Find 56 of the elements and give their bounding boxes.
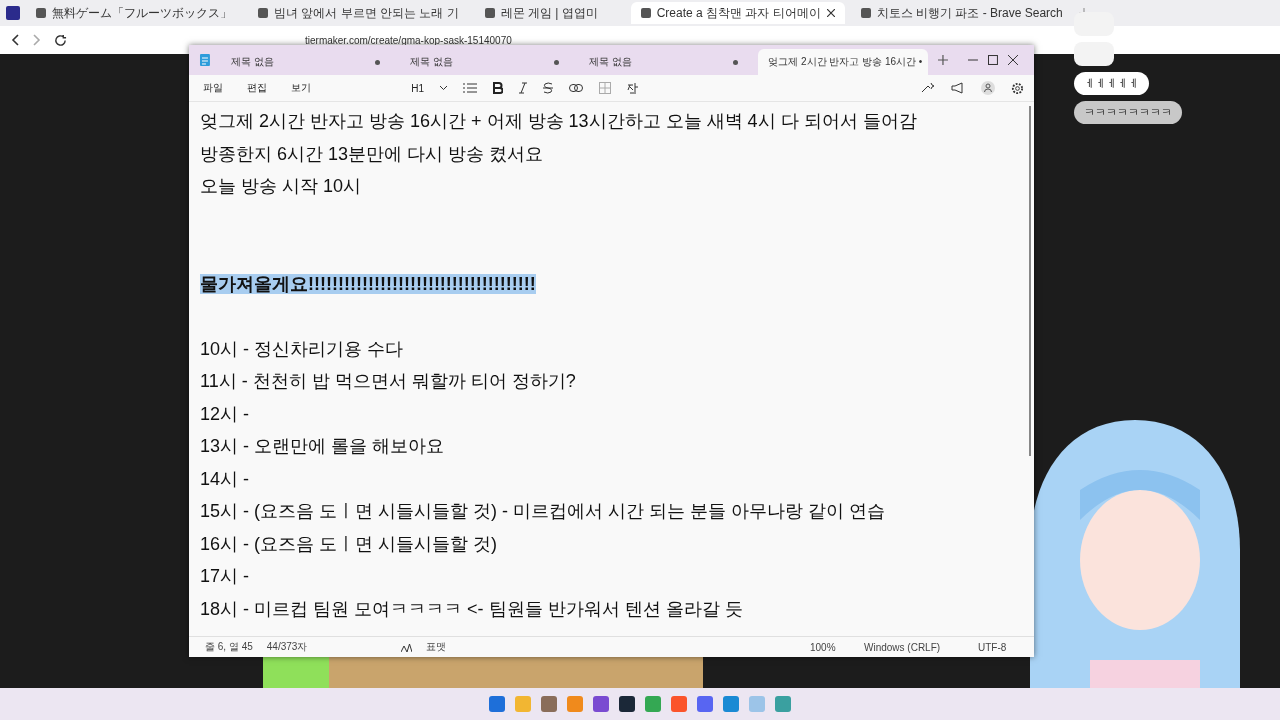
text-line: 12시 - <box>200 403 250 424</box>
heading-dropdown[interactable]: H1 <box>411 82 424 94</box>
megaphone-icon[interactable] <box>951 82 965 94</box>
back-icon[interactable] <box>10 34 20 46</box>
text-line: 오늘 방송 시작 10시 <box>200 176 362 196</box>
italic-icon[interactable] <box>519 82 527 94</box>
browser-tab[interactable]: 빔녀 앞에서 부르면 안되는 노래 기 <box>248 2 469 24</box>
line-ending: Windows (CRLF) <box>864 641 942 653</box>
browser-tab[interactable]: 無料ゲーム「フルーツボックス」 <box>26 2 242 24</box>
document-tab[interactable]: 제목 없음 <box>220 49 391 75</box>
link-icon[interactable] <box>569 84 583 92</box>
document-tab[interactable]: 제목 없음 <box>579 49 749 75</box>
bold-icon[interactable] <box>493 82 503 94</box>
browser-menu-icon[interactable] <box>6 6 20 20</box>
chat-bubble: ㅋㅋㅋㅋㅋㅋㅋㅋ <box>1074 101 1182 124</box>
cursor-position: 줄 6, 열 45 <box>205 640 253 654</box>
close-icon[interactable] <box>826 9 835 17</box>
document-tab[interactable]: 제목 없음 <box>400 49 570 75</box>
forward-icon[interactable] <box>32 34 42 46</box>
list-icon[interactable] <box>463 83 477 93</box>
text-line: 10시 - 정신차리기용 수다 <box>200 338 404 359</box>
text-line: 11시 - 천천히 밥 먹으면서 뭐할까 티어 정하기? <box>200 371 576 391</box>
browser-tab[interactable]: Create a 침착맨 과자 티어메이 <box>630 2 845 24</box>
chat-bubble: ㅔㅔㅔㅔㅔ <box>1074 72 1149 95</box>
text-line: 14시 - <box>200 468 250 489</box>
format-button[interactable]: 표맷 <box>425 640 446 654</box>
text-line: 18시 - 미르컵 팀원 모여ㅋㅋㅋㅋ <- 팀원들 반가워서 텐션 올라갈 듯 <box>200 598 743 619</box>
settings-icon[interactable] <box>1011 81 1024 95</box>
copilot-icon[interactable] <box>921 82 935 94</box>
text-line: 엊그제 2시간 반자고 방송 16시간 + 어제 방송 13시간하고 오늘 새벽 4시 다 되어서 들어감 <box>200 111 917 131</box>
text-line: 방종한지 6시간 13분만에 다시 방송 켰서요 <box>200 143 544 164</box>
menu-item[interactable]: 보기 <box>287 81 315 95</box>
zoom-level: 100% <box>810 641 837 653</box>
spellcheck-icon[interactable] <box>627 82 639 94</box>
close-icon[interactable] <box>1008 55 1018 65</box>
menu-item[interactable]: 편집 <box>243 81 271 95</box>
new-tab-icon[interactable] <box>938 55 949 65</box>
maximize-icon[interactable] <box>988 55 999 65</box>
menu-item[interactable]: 파일 <box>199 81 227 95</box>
document-tab[interactable]: 엊그제 2시간 반자고 방송 16시간 • <box>758 49 929 75</box>
text-line: 16시 - (요즈음 도ㅣ면 시들시들할 것) <box>200 533 497 554</box>
caret-icon[interactable] <box>440 86 447 90</box>
encoding: UTF-8 <box>978 641 1008 653</box>
table-icon[interactable] <box>599 82 611 94</box>
strikethrough-icon[interactable] <box>543 82 553 94</box>
text-line: 15시 - (요즈음 도ㅣ면 시들시들할 것) - 미르컵에서 시간 되는 분들 아무나랑 같이 연습 <box>200 501 885 521</box>
browser-tab[interactable]: 레몬 게임 | 엽엽미 <box>474 2 625 24</box>
text-line: 17시 - <box>200 566 250 586</box>
browser-tab[interactable]: 치토스 비행기 파조 - Brave Search <box>850 2 1073 24</box>
font-size-icon[interactable] <box>400 642 412 652</box>
text-line: 13시 - 오랜만에 롤을 해보아요 <box>200 436 445 456</box>
reload-icon[interactable] <box>54 33 67 47</box>
address-field[interactable]: tiermaker.com/create/gma-kop-sask-15140070 <box>299 32 518 48</box>
account-icon[interactable] <box>981 81 995 95</box>
character-count: 44/373자 <box>266 640 309 654</box>
scrollbar[interactable] <box>1029 106 1031 456</box>
